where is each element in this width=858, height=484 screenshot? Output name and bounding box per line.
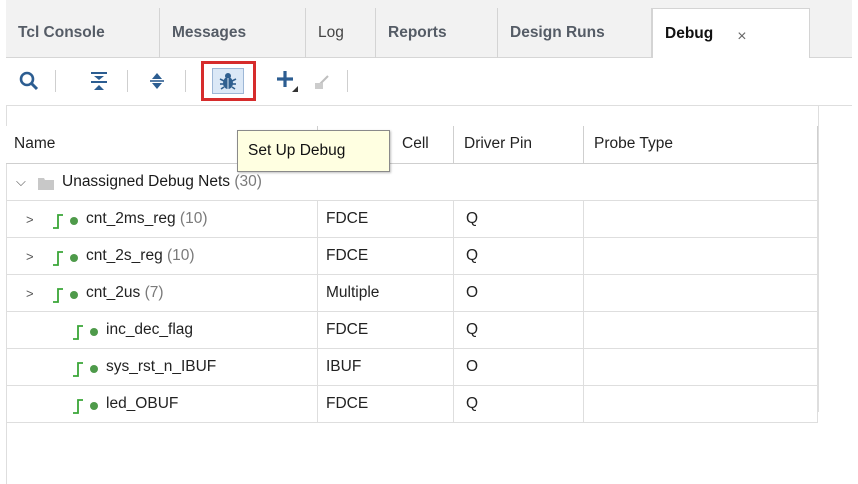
tab-debug[interactable]: Debug × — [652, 8, 810, 59]
debug-toolbar — [6, 58, 852, 106]
group-label: Unassigned Debug Nets (30) — [62, 173, 262, 190]
table-row[interactable]: led_OBUF FDCE Q — [6, 386, 818, 423]
net-icon — [73, 325, 98, 340]
collapse-all-icon — [91, 72, 107, 90]
probe-type — [584, 238, 818, 275]
driver-pin: Q — [454, 201, 584, 238]
cell-type: FDCE — [318, 201, 454, 238]
tab-tcl-console[interactable]: Tcl Console — [6, 8, 160, 58]
debug-button-face — [212, 68, 244, 94]
chevron-right-icon[interactable]: > — [26, 212, 34, 227]
toolbar-separator — [347, 70, 348, 92]
tab-design-runs[interactable]: Design Runs — [498, 8, 652, 58]
driver-pin: Q — [454, 238, 584, 275]
net-name-cell: > cnt_2s_reg (10) — [6, 238, 318, 275]
probe-type — [584, 386, 818, 423]
probe-type — [584, 349, 818, 386]
collapse-all-button[interactable] — [84, 66, 114, 96]
plus-icon — [277, 71, 298, 92]
probe-type — [584, 201, 818, 238]
net-name-cell: led_OBUF — [6, 386, 318, 423]
group-row[interactable]: ⌵ Unassigned Debug Nets (30) — [6, 164, 818, 201]
add-button[interactable] — [272, 66, 302, 96]
tab-label: Debug — [665, 25, 714, 42]
net-name: led_OBUF — [106, 395, 179, 412]
net-name: cnt_2us (7) — [86, 284, 164, 301]
driver-pin: Q — [454, 386, 584, 423]
table-header: Name Cell Driver Pin Probe Type — [6, 126, 818, 164]
driver-pin: O — [454, 349, 584, 386]
tab-label: Reports — [388, 24, 447, 41]
net-name: cnt_2s_reg (10) — [86, 247, 195, 264]
tab-strip: Tcl Console Messages Log Reports Design … — [6, 0, 852, 59]
net-icon — [73, 362, 98, 377]
column-header-probe-type[interactable]: Probe Type — [584, 126, 818, 164]
set-up-debug-button[interactable] — [201, 61, 256, 101]
toolbar-separator — [127, 70, 128, 92]
tab-log[interactable]: Log — [306, 8, 376, 58]
bug-icon — [219, 73, 237, 90]
toolbar-separator — [185, 70, 186, 92]
probe-type — [584, 275, 818, 312]
folder-icon — [38, 178, 54, 190]
tab-messages[interactable]: Messages — [160, 8, 306, 58]
net-name-cell: sys_rst_n_IBUF — [6, 349, 318, 386]
probe-type — [584, 312, 818, 349]
net-name: inc_dec_flag — [106, 321, 194, 338]
net-name-cell: inc_dec_flag — [6, 312, 318, 349]
close-icon[interactable]: × — [737, 28, 746, 46]
tab-label: Design Runs — [510, 24, 605, 41]
table-row[interactable]: > cnt_2s_reg (10) FDCE Q — [6, 238, 818, 275]
column-header-driver-pin[interactable]: Driver Pin — [454, 126, 584, 164]
cell-type: FDCE — [318, 238, 454, 275]
expand-button[interactable] — [142, 66, 172, 96]
table-row[interactable]: > cnt_2ms_reg (10) FDCE Q — [6, 201, 818, 238]
net-icon — [53, 214, 78, 229]
driver-pin: O — [454, 275, 584, 312]
table-row[interactable]: > cnt_2us (7) Multiple O — [6, 275, 818, 312]
net-icon — [73, 399, 98, 414]
cell-type: FDCE — [318, 312, 454, 349]
tab-label: Log — [318, 24, 344, 41]
panel-border — [818, 106, 819, 412]
tab-label: Messages — [172, 24, 247, 41]
net-name-cell: > cnt_2ms_reg (10) — [6, 201, 318, 238]
chevron-right-icon[interactable]: > — [26, 286, 34, 301]
set-up-debug-tooltip: Set Up Debug — [237, 130, 390, 172]
net-icon — [53, 251, 78, 266]
tab-reports[interactable]: Reports — [376, 8, 498, 58]
expand-icon — [150, 73, 164, 89]
search-icon — [19, 71, 39, 91]
cell-type: IBUF — [318, 349, 454, 386]
net-name: cnt_2ms_reg (10) — [86, 210, 208, 227]
search-button[interactable] — [14, 66, 44, 96]
net-name: sys_rst_n_IBUF — [106, 358, 217, 375]
net-name-cell: > cnt_2us (7) — [6, 275, 318, 312]
chevron-right-icon[interactable]: > — [26, 249, 34, 264]
driver-pin: Q — [454, 312, 584, 349]
chevron-down-icon[interactable]: ⌵ — [16, 174, 26, 190]
table-row[interactable]: inc_dec_flag FDCE Q — [6, 312, 818, 349]
toolbar-separator — [55, 70, 56, 92]
assign-button[interactable] — [308, 66, 338, 96]
net-icon — [53, 288, 78, 303]
tab-bar: Tcl Console Messages Log Reports Design … — [0, 0, 858, 59]
table-row[interactable]: sys_rst_n_IBUF IBUF O — [6, 349, 818, 386]
tab-label: Tcl Console — [18, 24, 105, 41]
cell-type: Multiple — [318, 275, 454, 312]
assign-icon — [315, 75, 329, 89]
cell-type: FDCE — [318, 386, 454, 423]
